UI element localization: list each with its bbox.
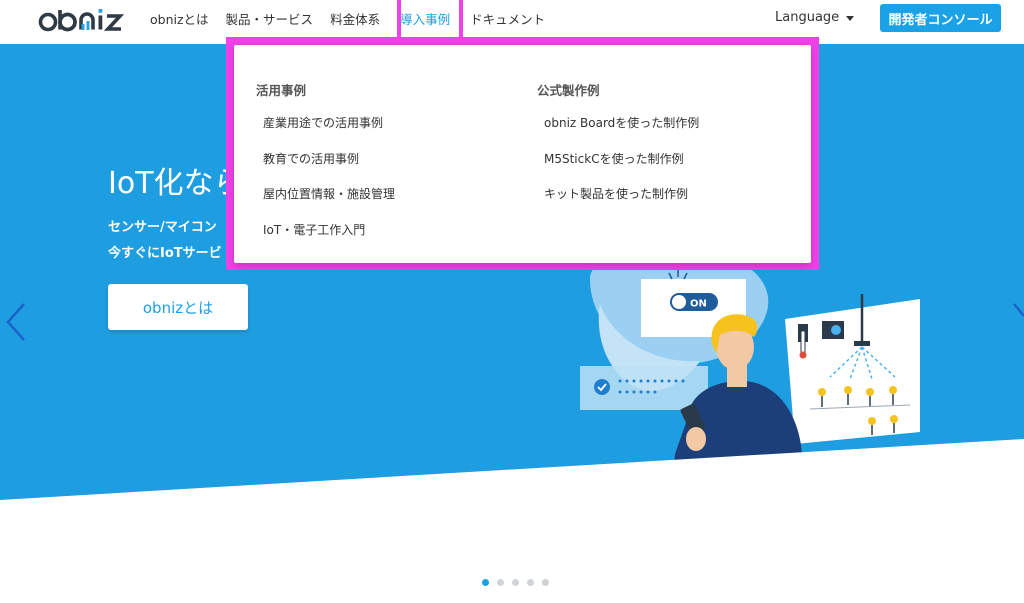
obniz-about-button[interactable]: obnizとは (108, 284, 248, 330)
menu-item-industrial[interactable]: 産業用途での活用事例 (263, 114, 383, 131)
menu-item-iot-intro[interactable]: IoT・電子工作入門 (263, 221, 365, 238)
obniz-logo-mark (38, 9, 125, 32)
menu-item-education[interactable]: 教育での活用事例 (263, 150, 359, 167)
language-label: Language (775, 10, 840, 25)
dropdown-heading-use-cases: 活用事例 (256, 83, 307, 98)
carousel-dot-2[interactable] (497, 579, 504, 586)
menu-item-m5stickc[interactable]: M5StickCを使った制作例 (544, 150, 684, 167)
carousel-dot-1[interactable] (482, 579, 489, 586)
chevron-right-icon[interactable] (1012, 302, 1024, 342)
carousel-dot-3[interactable] (512, 579, 519, 586)
caret-down-icon (846, 15, 855, 21)
hero-subtitle-line2: 今すぐにIoTサービ (108, 246, 222, 261)
hero-title: IoT化なら (108, 166, 244, 201)
hero-subtitle-line1: センサー/マイコン (108, 220, 217, 235)
dropdown-panel: 活用事例 産業用途での活用事例 教育での活用事例 屋内位置情報・施設管理 IoT… (234, 45, 811, 263)
nav-products[interactable]: 製品・サービス (226, 9, 314, 28)
carousel-dot-5[interactable] (542, 579, 549, 586)
language-selector[interactable]: Language (775, 10, 855, 25)
menu-item-indoor-location[interactable]: 屋内位置情報・施設管理 (263, 185, 395, 202)
nav-obniz-about[interactable]: obnizとは (150, 9, 209, 28)
carousel-indicators (482, 579, 557, 586)
nav-pricing[interactable]: 料金体系 (330, 9, 380, 28)
obniz-logo[interactable] (38, 5, 130, 35)
nav-highlight-box (397, 0, 463, 41)
main-nav: obnizとは 製品・サービス 料金体系 導入事例 ドキュメント (150, 0, 562, 36)
developer-console-button[interactable]: 開発者コンソール (880, 4, 1001, 32)
nav-documents[interactable]: ドキュメント (470, 9, 545, 28)
case-studies-dropdown: 活用事例 産業用途での活用事例 教育での活用事例 屋内位置情報・施設管理 IoT… (226, 37, 819, 270)
page: obnizとは 製品・サービス 料金体系 導入事例 ドキュメント Languag… (0, 0, 1024, 603)
menu-item-obniz-board[interactable]: obniz Boardを使った制作例 (544, 114, 699, 131)
chevron-left-icon[interactable] (4, 302, 28, 342)
dropdown-heading-official-examples: 公式製作例 (537, 83, 600, 98)
menu-item-kit-products[interactable]: キット製品を使った制作例 (544, 185, 688, 202)
carousel-dot-4[interactable] (527, 579, 534, 586)
